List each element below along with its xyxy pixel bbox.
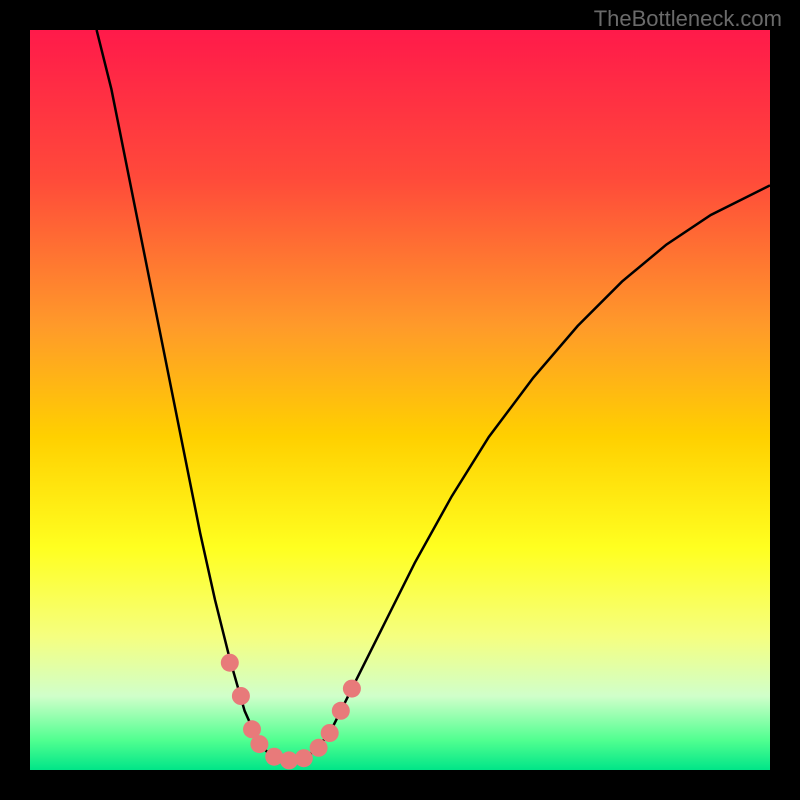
chart-frame <box>30 30 770 770</box>
chart-svg <box>30 30 770 770</box>
data-point <box>310 739 328 757</box>
data-point <box>232 687 250 705</box>
data-point <box>295 749 313 767</box>
watermark-text: TheBottleneck.com <box>594 6 782 32</box>
data-point <box>221 654 239 672</box>
data-point <box>250 735 268 753</box>
gradient-background <box>30 30 770 770</box>
data-point <box>332 702 350 720</box>
data-point <box>343 680 361 698</box>
data-point <box>321 724 339 742</box>
